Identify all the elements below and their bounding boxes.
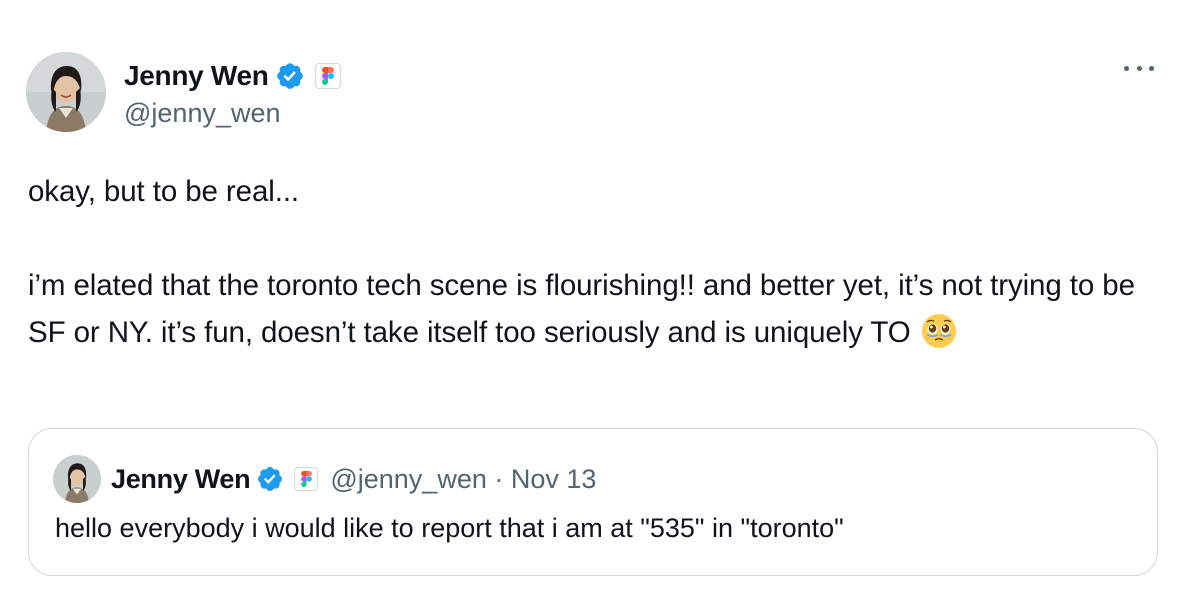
- tweet-paragraph-2-text: i’m elated that the toronto tech scene i…: [28, 269, 1135, 349]
- figma-logo-icon[interactable]: [314, 62, 341, 89]
- tweet: Jenny Wen @jenny_wen okay, but to be rea…: [0, 0, 1186, 610]
- quoted-avatar-photo: [53, 455, 101, 503]
- more-dots-icon: [1136, 65, 1142, 71]
- author-name[interactable]: Jenny Wen: [124, 60, 269, 92]
- tweet-paragraph-1: okay, but to be real...: [28, 175, 300, 208]
- more-options-button[interactable]: [1124, 58, 1154, 78]
- verified-badge-icon: [258, 467, 283, 491]
- avatar-photo: [26, 52, 106, 132]
- figma-logo-shape: [301, 471, 312, 487]
- face-holding-back-tears-emoji: [921, 314, 956, 348]
- figma-logo-shape: [321, 66, 334, 85]
- quoted-avatar[interactable]: [53, 455, 101, 503]
- quoted-tweet-card[interactable]: Jenny Wen @jenny_wen · Nov 13 hello ever…: [28, 428, 1158, 576]
- verified-badge-icon[interactable]: [275, 61, 305, 91]
- more-dots-icon: [1149, 65, 1154, 71]
- quoted-handle: @jenny_wen: [330, 463, 487, 494]
- author-identity: Jenny Wen @jenny_wen: [124, 56, 341, 129]
- author-handle[interactable]: @jenny_wen: [124, 98, 341, 129]
- tweet-text: okay, but to be real... i’m elated that …: [28, 168, 1148, 356]
- quoted-date[interactable]: Nov 13: [511, 464, 597, 494]
- tweet-paragraph-2: i’m elated that the toronto tech scene i…: [28, 262, 1148, 356]
- figma-logo-icon: [294, 467, 319, 491]
- quoted-author-name: Jenny Wen: [111, 463, 251, 494]
- quoted-tweet-text: hello everybody i would like to report t…: [55, 513, 844, 543]
- avatar[interactable]: [26, 52, 106, 132]
- meta-separator: ·: [494, 463, 504, 494]
- author-name-row: Jenny Wen: [124, 56, 341, 96]
- quoted-tweet-meta: @jenny_wen · Nov 13: [330, 464, 596, 495]
- tweet-header: Jenny Wen @jenny_wen: [26, 52, 341, 132]
- quoted-tweet-header: Jenny Wen @jenny_wen · Nov 13: [53, 453, 596, 505]
- more-dots-icon: [1124, 65, 1129, 71]
